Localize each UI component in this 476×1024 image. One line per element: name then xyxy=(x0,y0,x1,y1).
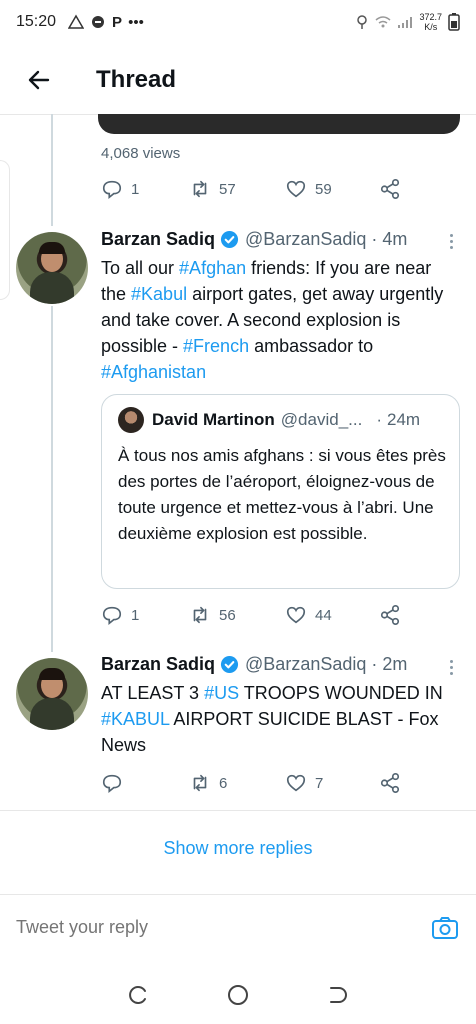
reply-button[interactable]: 1 xyxy=(101,178,189,200)
avatar[interactable] xyxy=(16,232,88,304)
show-more-replies-link[interactable]: Show more replies xyxy=(0,838,476,859)
verified-badge-icon xyxy=(220,655,239,674)
tweet-actions: 1 57 59 xyxy=(101,178,401,200)
retweet-button[interactable]: 6 xyxy=(189,772,285,794)
warning-icon xyxy=(68,14,85,29)
tweet-actions: 6 7 xyxy=(101,772,401,794)
share-button[interactable] xyxy=(379,772,401,794)
retweet-icon xyxy=(193,180,207,198)
hashtag-link[interactable]: #Kabul xyxy=(131,284,187,304)
status-time: 15:20 xyxy=(16,13,57,30)
quoted-tweet-text: À tous nos amis afghans : si vous êtes p… xyxy=(118,446,446,543)
thread-line xyxy=(51,306,53,652)
side-panel-edge xyxy=(0,160,10,300)
heart-icon xyxy=(286,606,306,624)
retweet-icon xyxy=(193,606,207,624)
hashtag-link[interactable]: #US xyxy=(204,683,239,703)
divider xyxy=(0,810,476,811)
retweet-icon xyxy=(193,774,207,792)
like-button[interactable]: 59 xyxy=(285,178,379,200)
reply-composer xyxy=(0,894,476,960)
reply-icon xyxy=(102,774,122,793)
hashtag-link[interactable]: #Afghanistan xyxy=(101,362,206,382)
heart-icon xyxy=(286,180,306,198)
avatar[interactable] xyxy=(16,658,88,730)
reply-button[interactable] xyxy=(101,772,189,794)
tweet-text-segment: ambassador to xyxy=(249,336,374,356)
tweet-media[interactable] xyxy=(98,114,460,134)
quoted-separator: · xyxy=(376,410,382,429)
quoted-tweet-header: David Martinon @david_... · 24m xyxy=(118,407,420,433)
share-button[interactable] xyxy=(379,604,401,626)
reply-icon xyxy=(102,180,122,199)
more-options-icon[interactable] xyxy=(448,234,454,249)
home-icon[interactable] xyxy=(226,983,250,1007)
author-handle[interactable]: @BarzanSadiq xyxy=(245,229,366,250)
tweet-actions: 1 56 44 xyxy=(101,604,401,626)
tweet-text-segment: To all our xyxy=(101,258,180,278)
tweet-text-segment: AT LEAST 3 xyxy=(101,683,205,703)
avatar xyxy=(118,407,144,433)
retweet-button[interactable]: 56 xyxy=(189,604,285,626)
like-button[interactable]: 44 xyxy=(285,604,379,626)
camera-icon[interactable] xyxy=(430,913,460,943)
quoted-author-handle: @david_... xyxy=(280,410,363,429)
tweet-text: AT LEAST 3 #US TROOPS WOUNDED IN #KABUL … xyxy=(101,680,461,758)
retweet-button[interactable]: 57 xyxy=(189,178,285,200)
share-button[interactable] xyxy=(379,178,401,200)
author-name[interactable]: Barzan Sadiq xyxy=(101,654,215,675)
app-letter-icon: P xyxy=(112,13,123,31)
verified-badge-icon xyxy=(220,230,239,249)
quoted-tweet-time: 24m xyxy=(387,410,421,429)
back-nav-icon[interactable] xyxy=(325,983,349,1007)
thread-line xyxy=(51,114,53,226)
arrow-left-icon xyxy=(28,70,50,90)
share-icon xyxy=(380,605,400,625)
signal-icon xyxy=(398,17,413,28)
quoted-tweet[interactable]: David Martinon @david_... · 24m À tous n… xyxy=(101,394,460,589)
author-name[interactable]: Barzan Sadiq xyxy=(101,229,215,250)
tweet-time: 4m xyxy=(382,229,408,249)
more-options-icon[interactable] xyxy=(448,660,454,675)
hashtag-link[interactable]: #Afghan xyxy=(179,258,246,278)
reply-icon xyxy=(102,606,122,625)
tweet-text-segment: TROOPS WOUNDED IN xyxy=(239,683,443,703)
tweet-text: To all our #Afghan friends: If you are n… xyxy=(101,255,461,385)
system-nav-bar xyxy=(0,966,476,1024)
back-button[interactable] xyxy=(10,52,68,108)
reply-input[interactable] xyxy=(16,917,430,938)
heart-icon xyxy=(286,774,306,792)
tweet-header: Barzan Sadiq @BarzanSadiq · 2m xyxy=(101,654,408,675)
share-icon xyxy=(380,179,400,199)
hashtag-link[interactable]: #French xyxy=(183,336,249,356)
author-handle[interactable]: @BarzanSadiq xyxy=(245,654,366,675)
more-notifications-icon: ••• xyxy=(128,13,144,31)
app-notification-icon xyxy=(92,16,105,28)
alarm-icon xyxy=(357,15,368,29)
battery-icon xyxy=(448,13,460,31)
status-bar: 15:20 P ••• 372.7 K/s xyxy=(0,0,476,44)
hashtag-link[interactable]: #KABUL xyxy=(101,709,169,729)
reply-button[interactable]: 1 xyxy=(101,604,189,626)
tweet-header: Barzan Sadiq @BarzanSadiq · 4m xyxy=(101,229,408,250)
header: Thread xyxy=(0,52,476,108)
like-button[interactable]: 7 xyxy=(285,772,379,794)
page-title: Thread xyxy=(96,66,177,93)
wifi-icon xyxy=(375,16,391,28)
share-icon xyxy=(380,773,400,793)
views-count: 4,068 views xyxy=(101,145,181,162)
quoted-author-name: David Martinon xyxy=(152,410,275,429)
tweet-time: 2m xyxy=(382,654,408,674)
net-speed: 372.7 K/s xyxy=(419,12,442,32)
recent-apps-icon[interactable] xyxy=(127,983,151,1007)
